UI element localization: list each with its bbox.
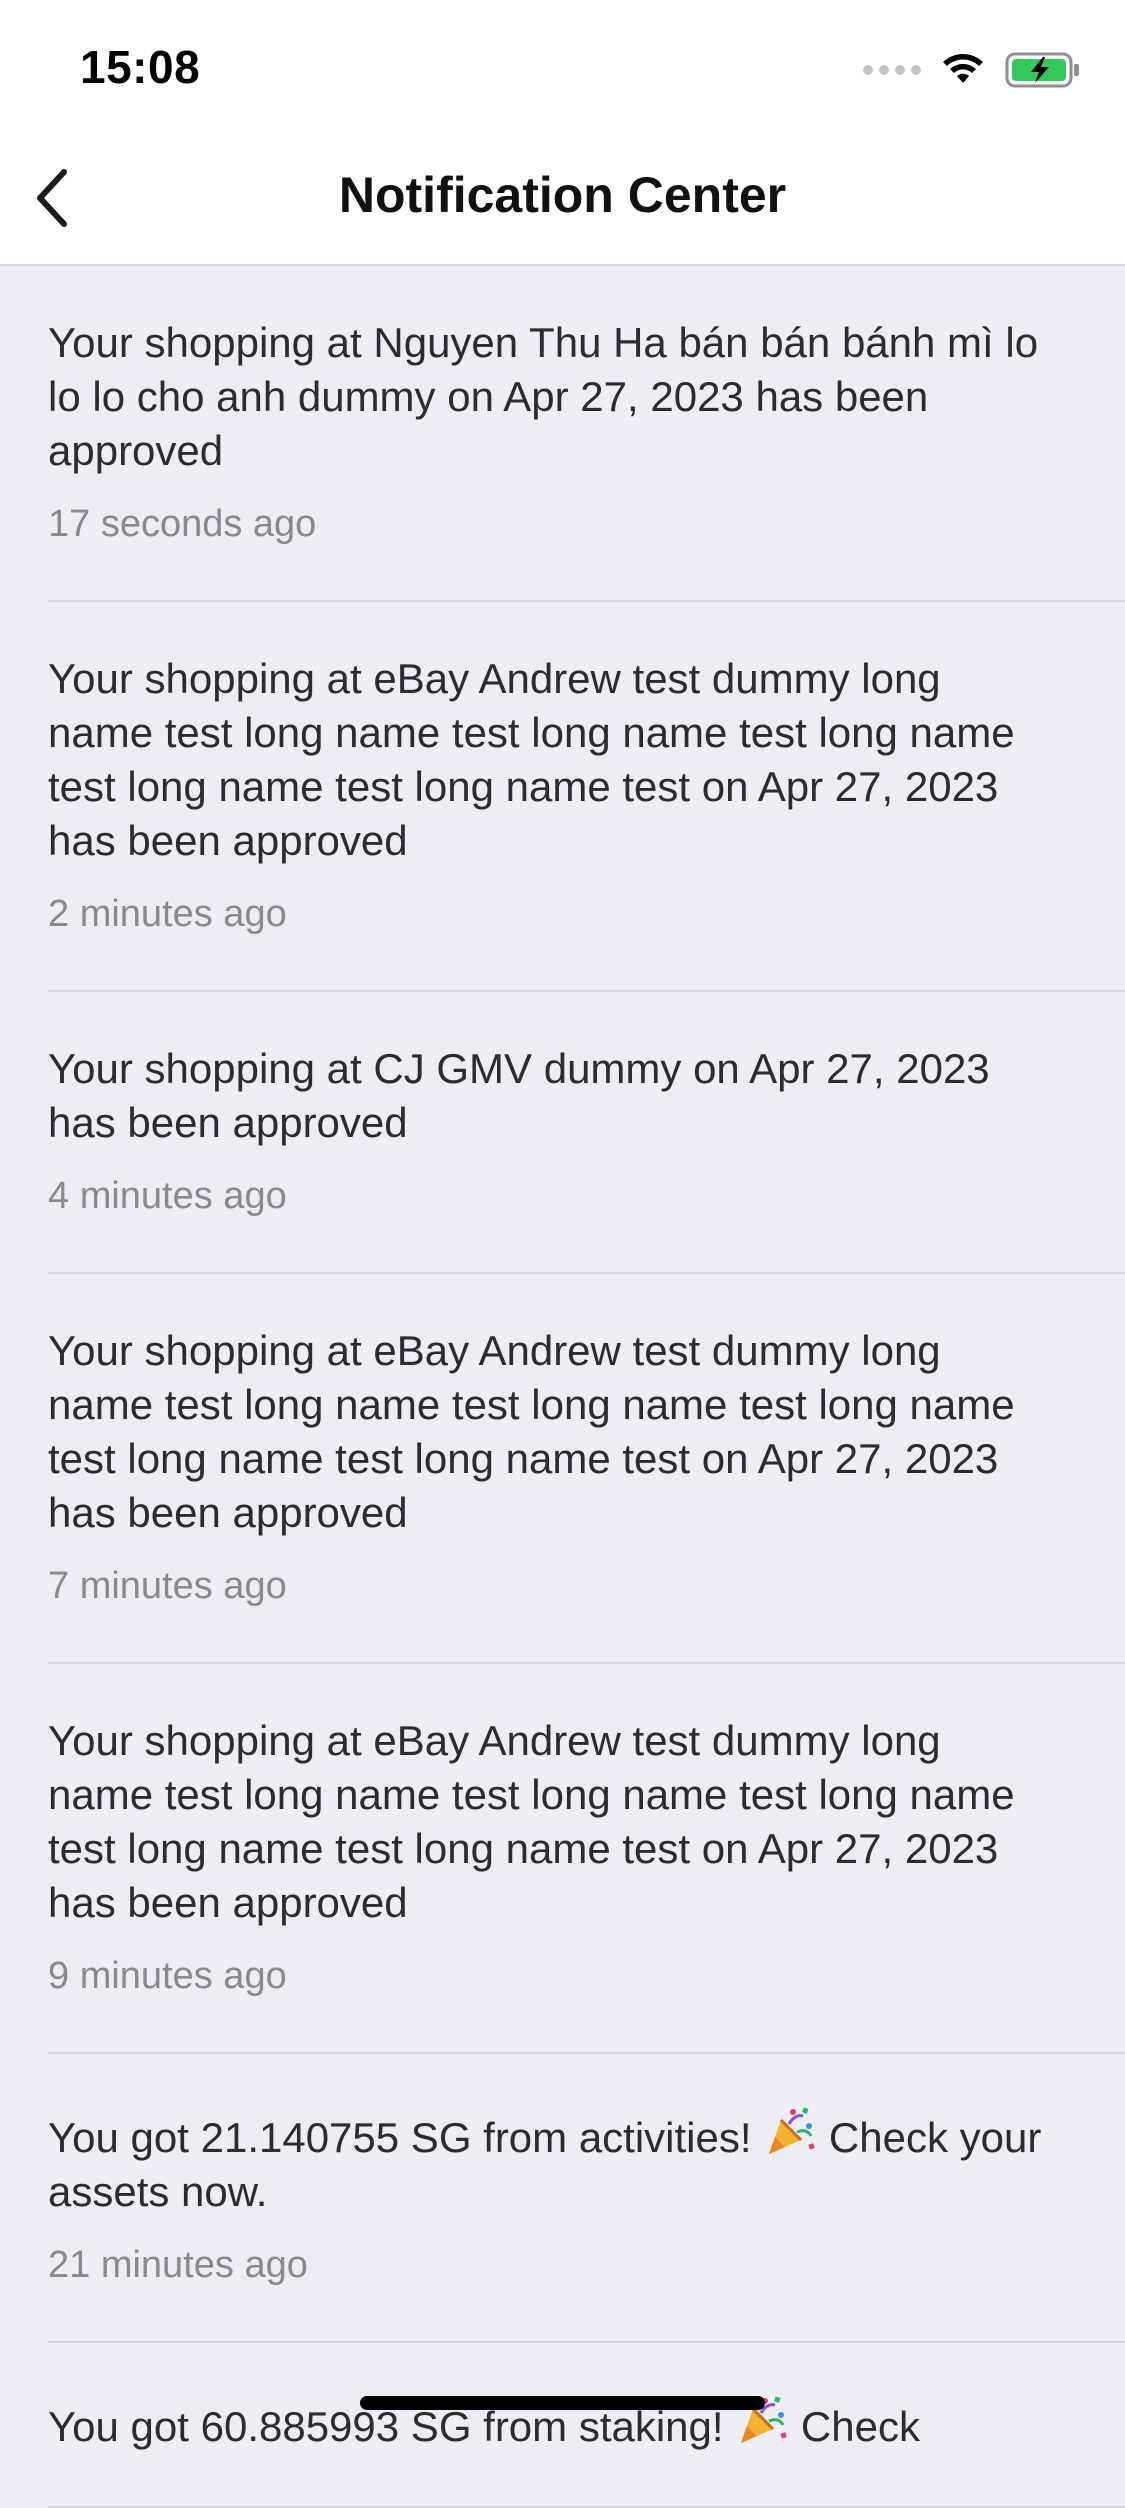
notification-item[interactable]: You got 21.140755 SG from activities! Ch… xyxy=(48,2054,1125,2343)
status-bar: 15:08 xyxy=(0,0,1125,132)
notification-message: Your shopping at Nguyen Thu Ha bán bán b… xyxy=(48,319,1039,474)
notification-message-text: You got 21.140755 SG from activities! xyxy=(48,2114,752,2161)
notification-list: Your shopping at Nguyen Thu Ha bán bán b… xyxy=(0,266,1125,2508)
notification-timestamp: 9 minutes ago xyxy=(48,1955,287,1997)
battery-charging-icon xyxy=(1005,52,1079,88)
home-indicator[interactable] xyxy=(360,2396,765,2410)
notification-item[interactable]: Your shopping at Nguyen Thu Ha bán bán b… xyxy=(48,266,1125,602)
status-icons xyxy=(863,48,1081,92)
notification-timestamp: 2 minutes ago xyxy=(48,893,287,935)
notification-timestamp: 17 seconds ago xyxy=(48,503,317,545)
wifi-icon xyxy=(943,54,983,83)
notification-timestamp: 21 minutes ago xyxy=(48,2244,308,2286)
notification-message: Your shopping at eBay Andrew test dummy … xyxy=(48,655,1015,864)
notification-timestamp: 4 minutes ago xyxy=(48,1175,287,1217)
notification-item[interactable]: Your shopping at CJ GMV dummy on Apr 27,… xyxy=(48,992,1125,1274)
notification-item[interactable]: Your shopping at eBay Andrew test dummy … xyxy=(48,1274,1125,1664)
notification-message: Your shopping at eBay Andrew test dummy … xyxy=(48,1717,1015,1926)
page-title: Notification Center xyxy=(338,167,787,223)
notification-message-text: Check xyxy=(800,2403,920,2450)
notification-timestamp: 7 minutes ago xyxy=(48,1565,287,1607)
notification-item[interactable]: You got 60.885993 SG from staking! Check xyxy=(48,2343,1125,2508)
navigation-bar: Notification Center xyxy=(0,132,1125,266)
notification-item[interactable]: Your shopping at eBay Andrew test dummy … xyxy=(48,1664,1125,2054)
notification-item[interactable]: Your shopping at eBay Andrew test dummy … xyxy=(48,602,1125,992)
notification-message: Your shopping at CJ GMV dummy on Apr 27,… xyxy=(48,1045,990,1146)
cellular-signal-icon xyxy=(863,65,921,75)
party-popper-icon xyxy=(769,2107,815,2154)
notification-message: You got 21.140755 SG from activities! Ch… xyxy=(48,2104,1055,2219)
notification-message-text: You got 60.885993 SG from staking! xyxy=(48,2403,724,2450)
notification-message: Your shopping at eBay Andrew test dummy … xyxy=(48,1327,1015,1536)
status-time: 15:08 xyxy=(80,41,201,93)
